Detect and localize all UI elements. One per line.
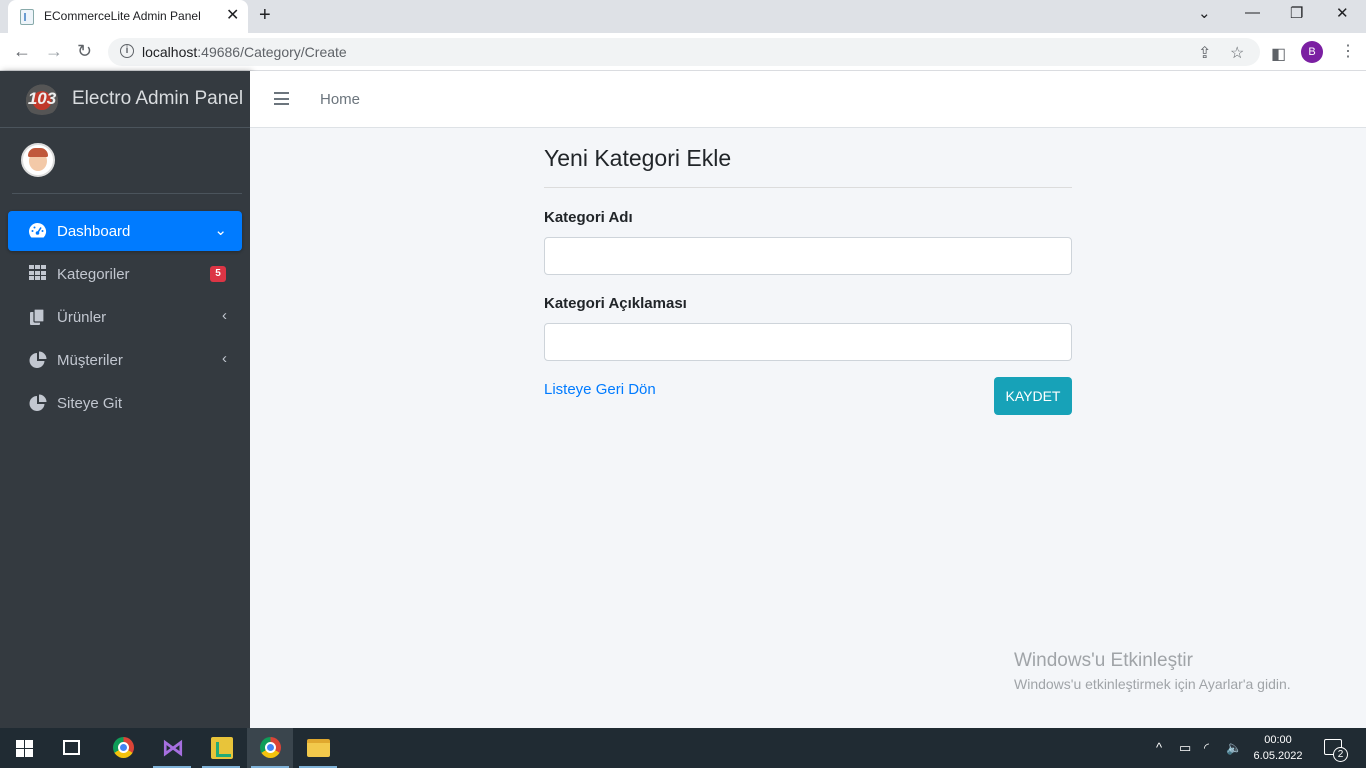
sidebar-item-label: Ürünler	[57, 309, 107, 326]
profile-avatar[interactable]: B	[1301, 41, 1323, 63]
tray-chevron-up-icon[interactable]: ^	[1156, 740, 1162, 755]
brand-link[interactable]: 103 Electro Admin Panel	[0, 71, 250, 128]
avatar-hair	[28, 148, 48, 157]
watermark-subtitle: Windows'u etkinleştirmek için Ayarlar'a …	[1014, 676, 1291, 692]
forward-icon[interactable]: →	[45, 41, 63, 62]
category-description-input[interactable]	[544, 323, 1072, 361]
windows-start-icon[interactable]	[16, 740, 33, 757]
close-window-icon[interactable]: ✕	[1336, 4, 1349, 22]
reload-icon[interactable]: ↻	[77, 41, 92, 62]
taskbar-chrome-active[interactable]	[247, 728, 293, 768]
category-description-label: Kategori Açıklaması	[544, 295, 687, 312]
address-bar[interactable]: i localhost:49686/Category/Create ⇪ ☆	[108, 38, 1260, 66]
clock-time: 00:00	[1264, 734, 1292, 746]
category-name-label: Kategori Adı	[544, 209, 633, 226]
page-title: Yeni Kategori Ekle	[544, 145, 732, 171]
sidebar-item-musteriler[interactable]: Müşteriler ‹	[8, 340, 242, 380]
taskbar-visual-studio[interactable]: ⋈	[149, 728, 195, 768]
visual-studio-icon: ⋈	[162, 735, 184, 760]
url-text[interactable]: localhost:49686/Category/Create	[142, 44, 347, 60]
sidebar-item-siteye-git[interactable]: Siteye Git	[8, 383, 242, 423]
sidebar-item-label: Müşteriler	[57, 352, 123, 369]
pie-chart-icon	[28, 351, 47, 369]
sidebar-item-dashboard[interactable]: Dashboard ⌄	[8, 211, 242, 251]
clock-date: 6.05.2022	[1253, 750, 1303, 762]
bookmark-star-icon[interactable]: ☆	[1230, 43, 1244, 63]
sidebar-item-kategoriler[interactable]: Kategoriler 5	[8, 254, 242, 294]
sidebar-item-label: Kategoriler	[57, 266, 130, 283]
watermark-title: Windows'u Etkinleştir	[1014, 650, 1193, 671]
back-to-list-link[interactable]: Listeye Geri Dön	[544, 381, 656, 398]
browser-tab[interactable]: ECommerceLite Admin Panel ✕	[8, 0, 248, 33]
chrome-icon	[260, 737, 281, 758]
brand-logo: 103	[22, 83, 62, 115]
url-path: :49686/Category/Create	[197, 44, 347, 60]
title-divider	[544, 187, 1072, 188]
tab-search-chevron-icon[interactable]: ⌄	[1198, 4, 1211, 22]
notification-count: 2	[1333, 747, 1348, 762]
taskbar-file-explorer[interactable]	[295, 728, 341, 768]
browser-tab-strip: ECommerceLite Admin Panel ✕ + ⌄ — ❐ ✕	[0, 0, 1366, 33]
side-panel-icon[interactable]: ◧	[1271, 44, 1286, 64]
close-tab-icon[interactable]: ✕	[226, 5, 239, 25]
app-icon	[211, 737, 233, 759]
nav-home-link[interactable]: Home	[320, 91, 360, 108]
wifi-icon[interactable]: ◜	[1204, 740, 1209, 756]
sidebar-item-urunler[interactable]: Ürünler ‹	[8, 297, 242, 337]
user-panel	[12, 128, 242, 194]
back-icon[interactable]: ←	[13, 41, 31, 62]
chevron-left-icon: ‹	[222, 307, 227, 324]
windows-taskbar: ⋈ ^ ▭ ◜ 🔈 00:00 6.05.2022 2	[0, 728, 1366, 768]
sidebar: 103 Electro Admin Panel Dashboard ⌄ Kate…	[0, 71, 250, 728]
hamburger-menu-icon[interactable]	[274, 92, 289, 105]
pie-chart-icon	[28, 394, 47, 412]
taskbar-app[interactable]	[198, 728, 244, 768]
content-area: Yeni Kategori Ekle Kategori Adı Kategori…	[250, 128, 1366, 728]
category-name-input[interactable]	[544, 237, 1072, 275]
taskbar-clock[interactable]: 00:00 6.05.2022	[1248, 732, 1308, 764]
top-navbar: Home	[250, 71, 1366, 128]
chrome-icon	[113, 737, 134, 758]
new-tab-icon[interactable]: +	[259, 4, 271, 27]
user-avatar[interactable]	[21, 143, 55, 177]
sidebar-item-label: Dashboard	[57, 223, 131, 240]
restore-icon[interactable]: ❐	[1290, 4, 1303, 22]
folder-icon	[307, 739, 330, 757]
browser-menu-icon[interactable]: ⋮	[1340, 41, 1356, 61]
url-host: localhost	[142, 44, 198, 60]
copy-icon	[28, 308, 47, 326]
count-badge: 5	[210, 266, 226, 282]
share-icon[interactable]: ⇪	[1198, 43, 1211, 63]
taskbar-chrome[interactable]	[100, 728, 146, 768]
browser-toolbar: ← → ↻ i localhost:49686/Category/Create …	[0, 33, 1366, 71]
sidebar-item-label: Siteye Git	[57, 395, 123, 412]
chevron-left-icon: ‹	[222, 350, 227, 367]
task-view-icon[interactable]	[63, 740, 80, 755]
minimize-icon[interactable]: —	[1245, 4, 1260, 21]
brand-name: Electro Admin Panel	[72, 88, 244, 109]
tachometer-icon	[28, 222, 47, 240]
volume-icon[interactable]: 🔈	[1226, 740, 1242, 756]
battery-icon[interactable]: ▭	[1179, 740, 1191, 756]
tab-title: ECommerceLite Admin Panel	[44, 9, 201, 23]
grid-icon	[28, 265, 47, 283]
page-favicon-icon	[20, 9, 34, 25]
windows-activation-watermark: Windows'u Etkinleştir Windows'u etkinleş…	[1014, 650, 1291, 692]
site-info-icon[interactable]: i	[120, 44, 134, 58]
save-button[interactable]: KAYDET	[994, 377, 1072, 415]
chevron-down-icon: ⌄	[214, 222, 227, 239]
